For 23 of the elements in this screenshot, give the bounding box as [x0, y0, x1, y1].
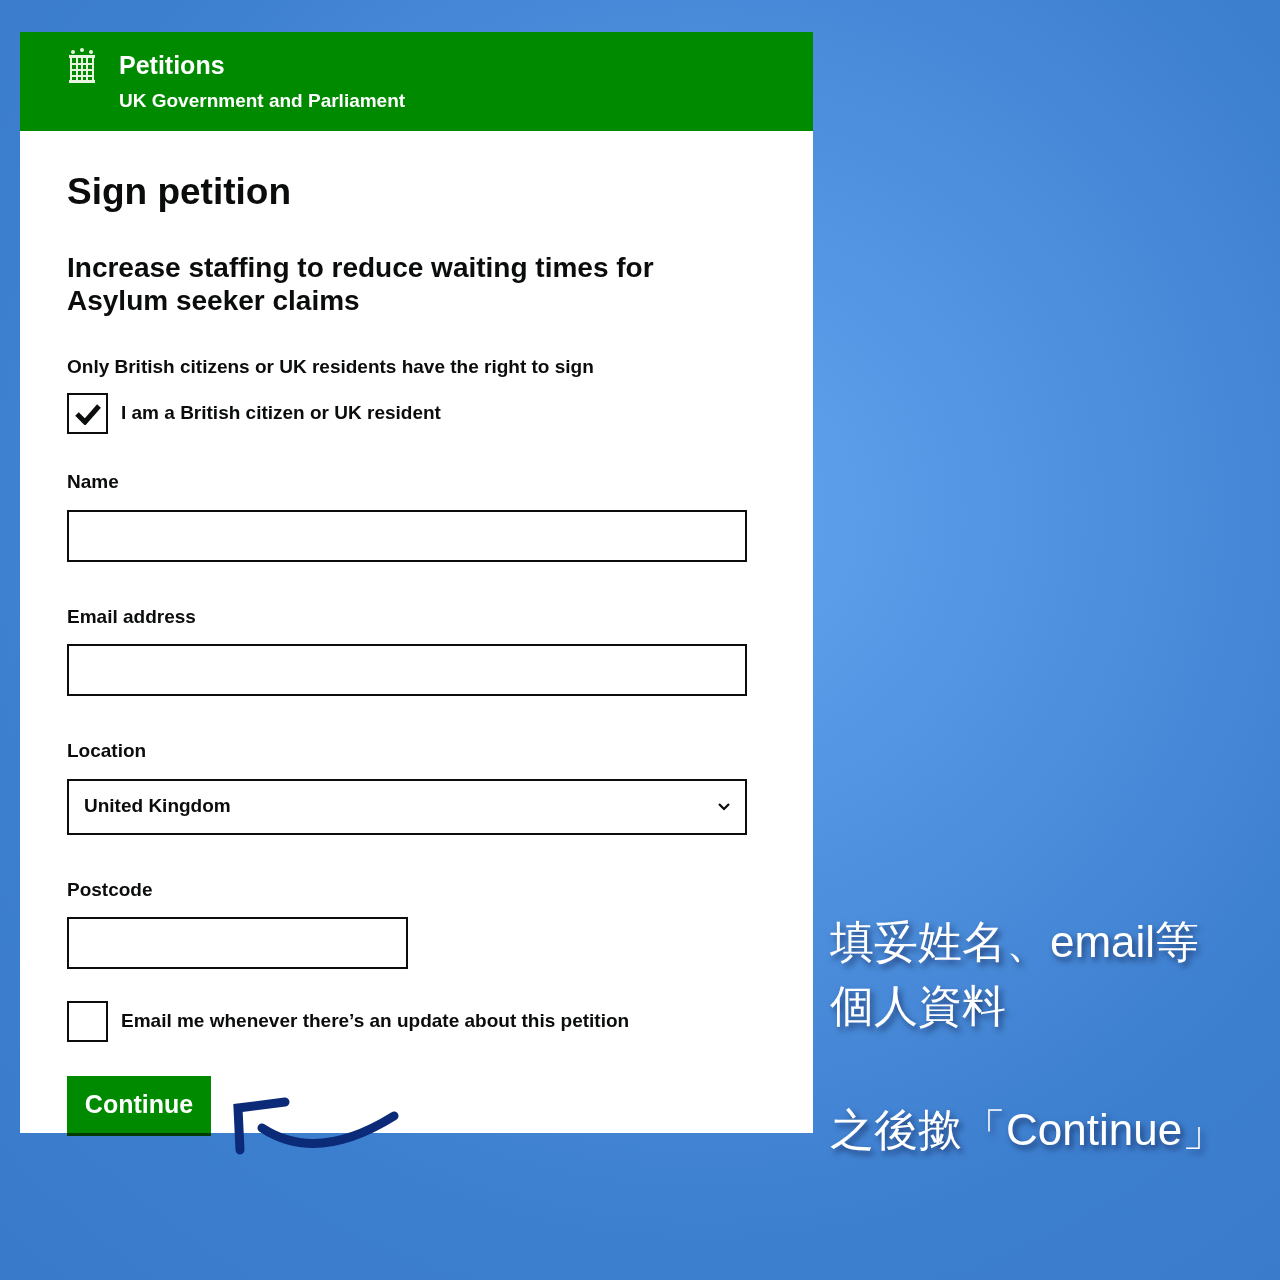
annotation-text: 填妥姓名、email等 個人資料 — [830, 916, 1201, 1032]
chevron-down-icon — [718, 802, 730, 811]
portcullis-icon — [67, 47, 97, 85]
eligibility-note: Only British citizens or UK residents have the right to sign — [67, 354, 595, 379]
field-label: Postcode — [67, 877, 154, 902]
site-title[interactable]: Petitions — [119, 45, 406, 85]
input-field[interactable] — [67, 644, 747, 696]
field-label: Email address — [67, 604, 197, 629]
checkbox-label: Email me whenever there’s an update about this petition — [121, 1009, 630, 1034]
checkbox[interactable] — [67, 1001, 108, 1042]
checkbox[interactable] — [67, 393, 108, 434]
checkbox-label: I am a British citizen or UK resident — [121, 401, 441, 426]
check-icon — [74, 402, 101, 425]
field-label: Name — [67, 470, 120, 494]
page-heading: Sign petition — [67, 169, 293, 214]
continue-button[interactable]: Continue — [67, 1076, 211, 1133]
site-subtitle: UK Government and Parliament — [119, 89, 406, 113]
input-field[interactable] — [67, 917, 408, 969]
input-field[interactable] — [67, 509, 747, 562]
location-select[interactable]: United Kingdom — [67, 778, 747, 835]
petition-title: Increase staffing to reduce waiting times for Asylum seeker claims — [67, 250, 655, 317]
field-label: Location — [67, 739, 148, 763]
annotation-text: 之後撳「Continue」 — [830, 1104, 1227, 1156]
